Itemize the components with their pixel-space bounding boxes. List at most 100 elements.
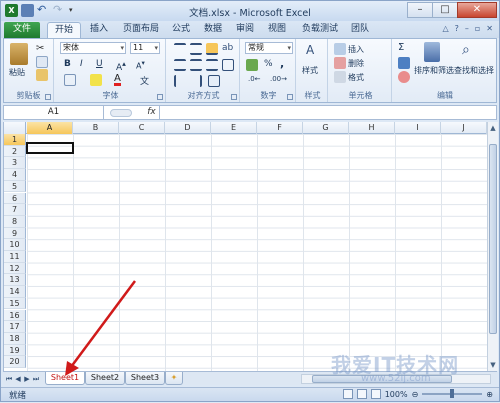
percent-button[interactable]: % (264, 59, 273, 69)
scroll-down-icon[interactable]: ▼ (488, 360, 498, 370)
close-button[interactable]: ✕ (457, 2, 497, 18)
row-header[interactable]: 1 (4, 134, 26, 146)
increase-indent-icon[interactable] (190, 75, 202, 87)
font-name-select[interactable]: 宋体 (60, 42, 126, 54)
column-header[interactable]: A (27, 122, 73, 134)
tab-team[interactable]: 团队 (347, 22, 373, 38)
minimize-ribbon-icon[interactable]: △ (442, 24, 448, 33)
row-header[interactable]: 6 (4, 192, 26, 205)
cut-icon[interactable]: ✂ (36, 43, 48, 55)
column-header[interactable]: C (119, 122, 165, 134)
zoom-slider[interactable] (422, 389, 483, 398)
workbook-restore-icon[interactable]: ▫ (475, 24, 480, 33)
styles-button-label[interactable]: 样式 (302, 65, 318, 76)
tab-page-layout[interactable]: 页面布局 (117, 22, 165, 38)
font-color-icon[interactable]: A (114, 74, 121, 86)
vertical-scroll-thumb[interactable] (489, 144, 497, 334)
alignment-launcher-icon[interactable] (231, 94, 237, 100)
underline-button[interactable]: U (96, 59, 103, 69)
sheet-tab-sheet3[interactable]: Sheet3 (125, 372, 165, 385)
row-header[interactable]: 5 (4, 180, 26, 193)
fill-icon[interactable] (398, 57, 410, 69)
column-header[interactable]: H (349, 122, 395, 134)
italic-button[interactable]: I (80, 59, 83, 69)
select-all-button[interactable] (4, 122, 26, 134)
insert-cells-icon[interactable] (334, 43, 346, 55)
decrease-indent-icon[interactable] (174, 75, 186, 87)
help-icon[interactable]: ? (455, 24, 459, 33)
formula-input[interactable] (162, 106, 496, 119)
row-header[interactable]: 2 (4, 145, 26, 158)
row-header[interactable]: 18 (4, 332, 26, 345)
formula-bar-grip[interactable] (110, 109, 132, 117)
styles-icon[interactable]: A (306, 43, 320, 61)
normal-view-icon[interactable] (342, 389, 353, 399)
bold-button[interactable]: B (64, 59, 71, 69)
row-header[interactable]: 10 (4, 239, 26, 251)
first-sheet-icon[interactable]: ⏮ (5, 374, 13, 384)
row-header[interactable]: 15 (4, 297, 26, 310)
column-header[interactable]: J (441, 122, 487, 134)
grow-font-button[interactable]: A▴ (116, 59, 126, 73)
prev-sheet-icon[interactable]: ◀ (14, 374, 22, 384)
sheet-tab-sheet1[interactable]: Sheet1 (45, 372, 85, 385)
align-right-icon[interactable] (206, 59, 218, 71)
delete-cells-icon[interactable] (334, 57, 346, 69)
align-center-icon[interactable] (190, 59, 202, 71)
zoom-level[interactable]: 100% (385, 390, 408, 399)
clear-icon[interactable] (398, 71, 410, 83)
name-box[interactable]: A1 (4, 106, 104, 119)
tab-formulas[interactable]: 公式 (167, 22, 195, 38)
row-header[interactable]: 13 (4, 274, 26, 287)
orientation-icon[interactable]: ab (222, 43, 234, 55)
row-header[interactable]: 7 (4, 204, 26, 216)
row-header[interactable]: 12 (4, 262, 26, 275)
delete-cells-button[interactable]: 删除 (348, 58, 364, 69)
page-layout-view-icon[interactable] (356, 389, 367, 399)
align-left-icon[interactable] (174, 59, 186, 71)
row-header[interactable]: 11 (4, 251, 26, 263)
row-header[interactable]: 4 (4, 169, 26, 181)
insert-cells-button[interactable]: 插入 (348, 44, 364, 55)
shrink-font-button[interactable]: A▾ (136, 59, 145, 71)
tab-home[interactable]: 开始 (47, 22, 81, 38)
format-cells-button[interactable]: 格式 (348, 72, 364, 83)
clipboard-launcher-icon[interactable] (45, 94, 51, 100)
paste-icon[interactable] (10, 43, 28, 65)
tab-view[interactable]: 视图 (263, 22, 291, 38)
sort-filter-icon[interactable] (424, 42, 440, 62)
copy-icon[interactable] (36, 56, 48, 68)
find-select-icon[interactable]: ⌕ (462, 42, 478, 62)
tab-file[interactable]: 文件 (4, 22, 40, 38)
sheet-tab-sheet2[interactable]: Sheet2 (85, 372, 125, 385)
cell-area[interactable] (27, 134, 487, 371)
row-header[interactable]: 20 (4, 356, 26, 368)
fill-color-icon[interactable] (90, 74, 102, 86)
column-header[interactable]: I (395, 122, 441, 134)
row-header[interactable]: 3 (4, 157, 26, 170)
zoom-in-icon[interactable]: ⊕ (486, 390, 493, 399)
format-cells-icon[interactable] (334, 71, 346, 83)
row-header[interactable]: 19 (4, 344, 26, 357)
align-bottom-icon[interactable] (206, 43, 218, 55)
tab-data[interactable]: 数据 (199, 22, 227, 38)
column-header[interactable]: F (257, 122, 303, 134)
comma-button[interactable]: , (280, 57, 284, 70)
row-header[interactable]: 14 (4, 286, 26, 298)
workbook-close-icon[interactable]: ✕ (486, 24, 493, 33)
worksheet-grid[interactable]: A B C D E F G H I J 1 2 3 4 5 6 7 8 9 10… (3, 122, 487, 371)
wrap-text-icon[interactable] (222, 59, 234, 71)
tab-load-test[interactable]: 负载测试 (297, 22, 343, 38)
row-header[interactable]: 17 (4, 321, 26, 333)
format-painter-icon[interactable] (36, 69, 48, 81)
increase-decimal-icon[interactable]: .0← (248, 75, 261, 83)
phonetic-icon[interactable]: 文 (140, 74, 149, 87)
font-size-select[interactable]: 11 (130, 42, 160, 54)
insert-function-button[interactable]: fx (144, 106, 160, 119)
maximize-button[interactable]: □ (432, 2, 458, 18)
zoom-out-icon[interactable]: ⊖ (412, 390, 419, 399)
row-header[interactable]: 16 (4, 309, 26, 322)
minimize-button[interactable]: – (407, 2, 433, 18)
last-sheet-icon[interactable]: ⏭ (32, 374, 40, 384)
align-top-icon[interactable] (174, 43, 186, 55)
